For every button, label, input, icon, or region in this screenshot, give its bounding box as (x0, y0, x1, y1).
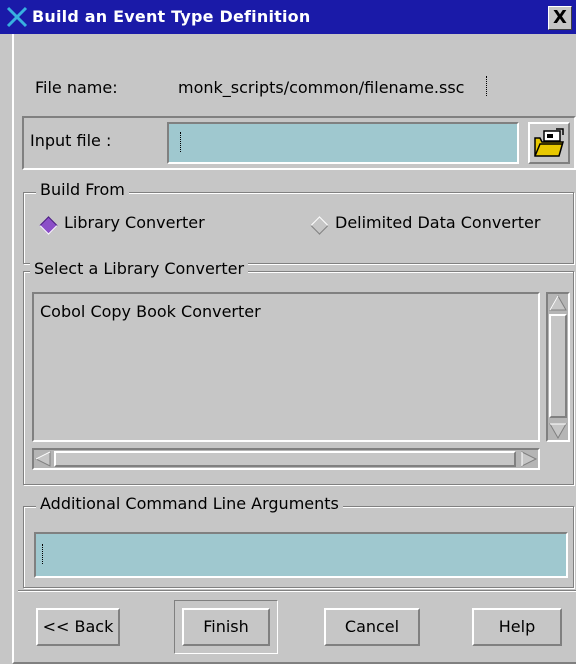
radio-delimited-label: Delimited Data Converter (335, 213, 541, 232)
horizontal-scroll-thumb[interactable] (54, 451, 516, 467)
window-title: Build an Event Type Definition (32, 7, 311, 26)
finish-button[interactable]: Finish (182, 608, 270, 646)
app-x-icon (6, 6, 28, 28)
radio-unselected-icon (310, 216, 329, 235)
input-file-field[interactable] (167, 122, 519, 164)
close-button[interactable]: X (548, 6, 572, 30)
arguments-label: Additional Command Line Arguments (36, 494, 343, 513)
file-name-label: File name: (35, 78, 118, 97)
build-from-label: Build From (36, 180, 129, 199)
input-file-label: Input file : (30, 131, 112, 150)
vertical-scroll-thumb[interactable] (549, 314, 567, 418)
radio-delimited-converter[interactable]: Delimited Data Converter (307, 210, 573, 238)
browse-button[interactable] (528, 122, 570, 164)
scroll-down-icon[interactable] (548, 422, 568, 440)
scroll-left-icon[interactable] (34, 450, 52, 468)
scroll-up-icon[interactable] (548, 294, 568, 312)
radio-library-converter[interactable]: Library Converter (36, 210, 266, 238)
title-bar: Build an Event Type Definition X (0, 0, 576, 34)
list-item[interactable]: Cobol Copy Book Converter (40, 302, 261, 321)
converter-list[interactable]: Cobol Copy Book Converter (32, 292, 540, 442)
dialog-body: File name: monk_scripts/common/filename.… (12, 34, 576, 664)
arguments-cursor (42, 544, 48, 564)
file-name-value: monk_scripts/common/filename.ssc (178, 78, 465, 97)
scroll-right-icon[interactable] (520, 450, 538, 468)
help-button[interactable]: Help (472, 608, 562, 646)
arguments-field[interactable] (34, 532, 568, 578)
back-button[interactable]: << Back (36, 608, 120, 646)
library-converter-label: Select a Library Converter (30, 259, 249, 278)
radio-selected-icon (39, 216, 58, 235)
radio-library-label: Library Converter (64, 213, 205, 232)
text-cursor (486, 76, 492, 96)
horizontal-scrollbar[interactable] (32, 448, 540, 470)
cancel-button[interactable]: Cancel (324, 608, 420, 646)
vertical-scrollbar[interactable] (546, 292, 570, 442)
input-cursor (180, 132, 186, 152)
button-separator (18, 590, 576, 592)
folder-browse-icon (534, 128, 564, 157)
